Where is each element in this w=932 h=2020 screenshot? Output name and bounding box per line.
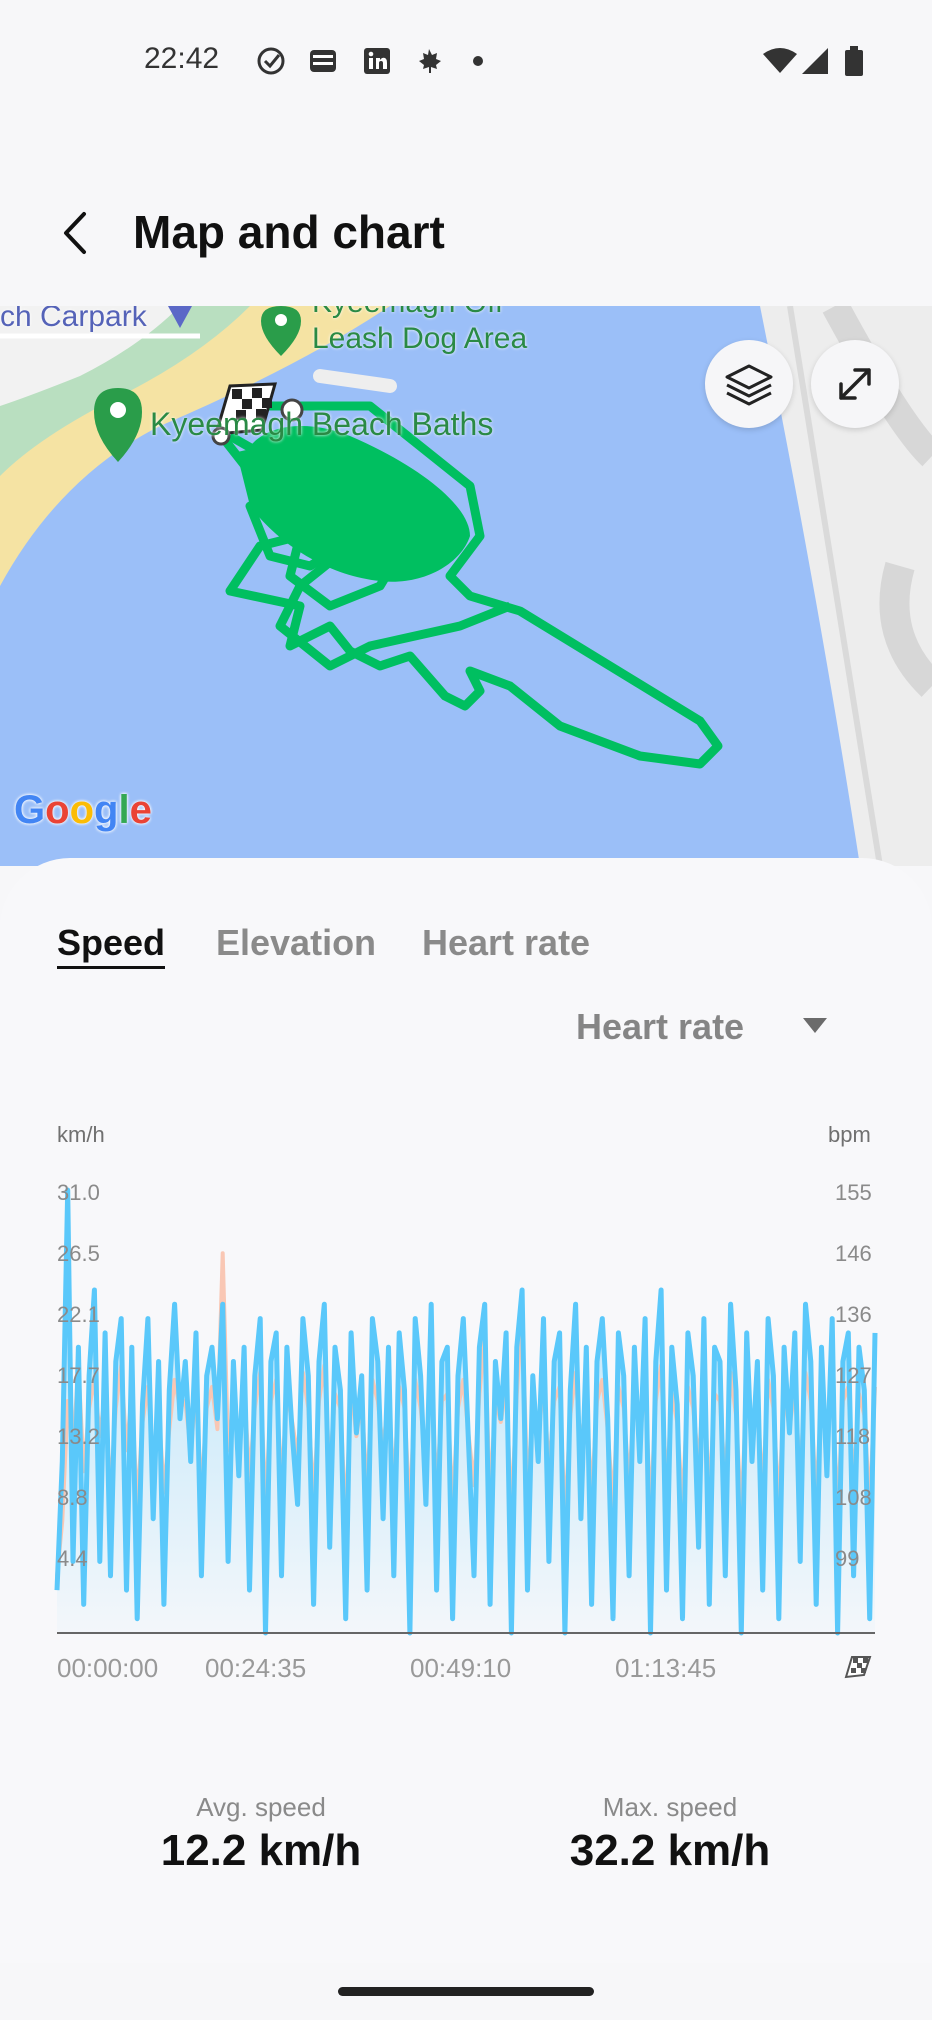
finish-flag-icon — [844, 1656, 872, 1679]
signal-icon — [802, 48, 828, 74]
y-tick-right: 127 — [835, 1363, 872, 1388]
x-tick: 00:00:00 — [57, 1653, 159, 1683]
tab-active-indicator — [57, 966, 165, 969]
check-circle-icon — [257, 47, 285, 75]
tab-elevation[interactable]: Elevation — [216, 922, 376, 964]
x-tick: 01:13:45 — [615, 1653, 717, 1683]
y-tick-left: 31.0 — [57, 1180, 100, 1205]
google-logo: Google — [14, 788, 152, 832]
y-tick-right: 118 — [835, 1424, 871, 1449]
tab-heart-rate[interactable]: Heart rate — [422, 922, 590, 964]
max-speed-label: Max. speed — [602, 1792, 738, 1822]
avg-speed-label: Avg. speed — [196, 1792, 326, 1822]
y-tick-right: 99 — [835, 1546, 860, 1571]
home-indicator[interactable] — [338, 1987, 594, 1996]
y-tick-right: 136 — [835, 1302, 872, 1327]
dot-icon — [473, 56, 483, 66]
map-label-dog-area-1: Kyeemagh Off — [312, 306, 503, 320]
route-map[interactable]: ch Carpark Kyeemagh Off Leash Dog Area K… — [0, 306, 932, 866]
maple-leaf-icon — [419, 49, 441, 73]
map-label-carpark: ch Carpark — [0, 306, 147, 333]
dropdown-caret-icon[interactable] — [803, 1018, 827, 1033]
y-tick-left: 22.1 — [57, 1302, 100, 1327]
map-label-dog-area-2: Leash Dog Area — [312, 322, 528, 355]
x-tick: 00:49:10 — [410, 1653, 512, 1683]
status-time: 22:42 — [144, 42, 220, 75]
battery-icon — [845, 46, 863, 76]
linkedin-icon — [364, 48, 390, 74]
expand-icon — [839, 368, 871, 400]
map-expand-button[interactable] — [811, 340, 899, 428]
y-tick-left: 8.8 — [57, 1485, 88, 1510]
y-tick-right: 155 — [835, 1180, 872, 1205]
max-speed-value: 32.2 km/h — [569, 1826, 771, 1875]
wifi-icon — [763, 48, 797, 73]
compare-dropdown[interactable]: Heart rate — [576, 1006, 744, 1048]
y-tick-right: 146 — [835, 1241, 872, 1266]
y-tick-left: 4.4 — [57, 1546, 88, 1571]
speed-heart-rate-chart[interactable] — [0, 1140, 932, 1640]
map-layers-button[interactable] — [705, 340, 793, 428]
avg-speed-value: 12.2 km/h — [160, 1826, 362, 1875]
y-tick-right: 108 — [835, 1485, 872, 1510]
y-tick-left: 26.5 — [57, 1241, 100, 1266]
back-button[interactable] — [52, 208, 102, 258]
page-title: Map and chart — [133, 206, 445, 258]
tab-speed[interactable]: Speed — [57, 922, 165, 964]
optus-sport-icon — [310, 50, 336, 72]
x-tick: 00:24:35 — [205, 1653, 307, 1683]
y-tick-left: 13.2 — [57, 1424, 100, 1449]
map-label-baths: Kyeemagh Beach Baths — [150, 406, 494, 442]
y-tick-left: 17.7 — [57, 1363, 100, 1388]
layers-icon — [725, 364, 773, 406]
